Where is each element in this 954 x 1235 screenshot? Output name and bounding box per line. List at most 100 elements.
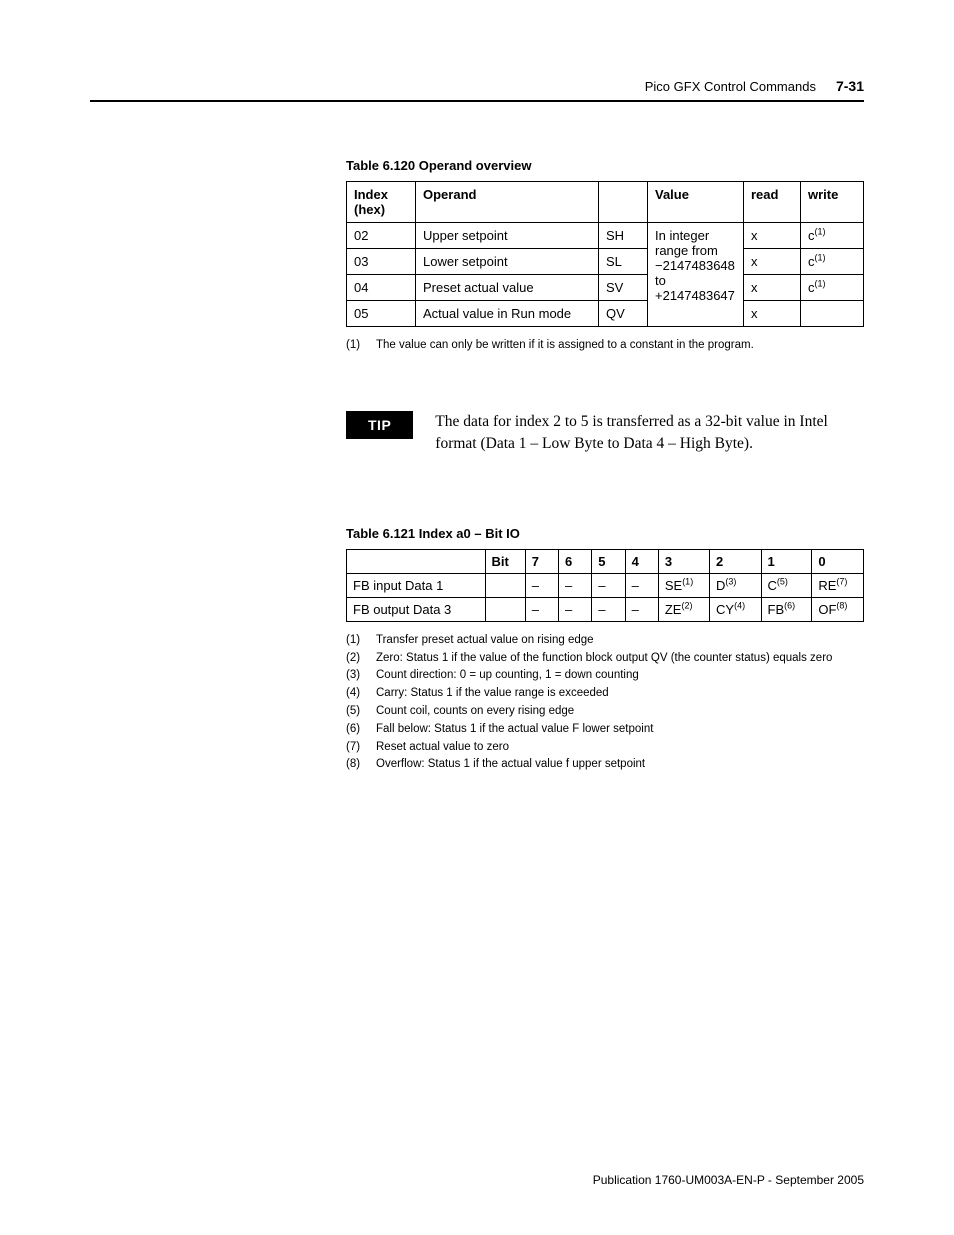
cell-b0: RE(7) [812, 573, 864, 597]
cell-operand: Preset actual value [416, 275, 599, 301]
cell-b6: – [559, 573, 592, 597]
cell-base: OF [818, 602, 836, 617]
cell-read: x [744, 249, 801, 275]
table-row: FB input Data 1 – – – – SE(1) D(3) C(5) … [347, 573, 864, 597]
col-blank [347, 549, 486, 573]
footnote: (7) Reset actual value to zero [346, 739, 864, 757]
footnote-num: (2) [346, 650, 366, 668]
cell-sup: (5) [777, 576, 788, 586]
publication-footer: Publication 1760-UM003A-EN-P - September… [593, 1173, 864, 1187]
footnote: (2) Zero: Status 1 if the value of the fu… [346, 650, 864, 668]
col-b2: 2 [710, 549, 762, 573]
footnote-num: (3) [346, 667, 366, 685]
page: Pico GFX Control Commands 7-31 Table 6.1… [0, 0, 954, 1235]
footnote-num: (8) [346, 756, 366, 774]
table-row: 02 Upper setpoint SH In integer range fr… [347, 223, 864, 249]
cell-bit [485, 597, 525, 621]
cell-sup: (8) [836, 600, 847, 610]
table-row: 04 Preset actual value SV x c(1) [347, 275, 864, 301]
cell-b5: – [592, 573, 625, 597]
table1-footnotes: (1) The value can only be written if it … [346, 337, 864, 355]
col-value: Value [648, 182, 744, 223]
cell-symbol: SV [599, 275, 648, 301]
value-line-3: +2147483647 [655, 288, 735, 303]
footnote-num: (5) [346, 703, 366, 721]
footnote: (5) Count coil, counts on every rising ed… [346, 703, 864, 721]
cell-operand: Upper setpoint [416, 223, 599, 249]
footnote-num: (7) [346, 739, 366, 757]
cell-sup: (6) [784, 600, 795, 610]
cell-symbol: SH [599, 223, 648, 249]
cell-b1: C(5) [761, 573, 812, 597]
footnote-text: Reset actual value to zero [376, 739, 509, 757]
write-sup: (1) [815, 227, 826, 237]
table-header-row: Index (hex) Operand Value read write [347, 182, 864, 223]
cell-b4: – [625, 573, 658, 597]
cell-operand: Lower setpoint [416, 249, 599, 275]
footnote: (3) Count direction: 0 = up counting, 1 =… [346, 667, 864, 685]
col-b7: 7 [525, 549, 558, 573]
cell-write: c(1) [801, 223, 864, 249]
table2-footnotes: (1) Transfer preset actual value on risin… [346, 632, 864, 775]
cell-base: ZE [665, 602, 682, 617]
footnote: (8) Overflow: Status 1 if the actual valu… [346, 756, 864, 774]
cell-base: RE [818, 578, 836, 593]
footnote-num: (6) [346, 721, 366, 739]
table-title-2: Table 6.121 Index a0 – Bit IO [346, 526, 864, 541]
cell-value-merged: In integer range from −2147483648 to +21… [648, 223, 744, 327]
footnote: (1) Transfer preset actual value on risin… [346, 632, 864, 650]
cell-base: D [716, 578, 725, 593]
cell-write [801, 301, 864, 327]
cell-bit [485, 573, 525, 597]
footnote-num: (4) [346, 685, 366, 703]
cell-sup: (2) [681, 600, 692, 610]
col-b0: 0 [812, 549, 864, 573]
cell-b5: – [592, 597, 625, 621]
value-line-2: −2147483648 to [655, 258, 735, 288]
cell-b4: – [625, 597, 658, 621]
table-row: 03 Lower setpoint SL x c(1) [347, 249, 864, 275]
cell-symbol: SL [599, 249, 648, 275]
cell-base: FB [768, 602, 785, 617]
bit-io-table: Bit 7 6 5 4 3 2 1 0 FB input Data 1 – – … [346, 549, 864, 622]
footnote-text: Carry: Status 1 if the value range is ex… [376, 685, 609, 703]
footnote-num: (1) [346, 337, 366, 355]
cell-b6: – [559, 597, 592, 621]
tip-block: TIP The data for index 2 to 5 is transfe… [346, 411, 864, 456]
write-sup: (1) [815, 253, 826, 263]
col-bit: Bit [485, 549, 525, 573]
cell-index: 04 [347, 275, 416, 301]
footnote-text: Fall below: Status 1 if the actual value… [376, 721, 653, 739]
footnote-text: Overflow: Status 1 if the actual value f… [376, 756, 645, 774]
footnote-text: Zero: Status 1 if the value of the funct… [376, 650, 832, 668]
footnote-text: Count coil, counts on every rising edge [376, 703, 574, 721]
cell-base: CY [716, 602, 734, 617]
footnote-num: (1) [346, 632, 366, 650]
value-line-1: In integer range from [655, 228, 718, 258]
col-write: write [801, 182, 864, 223]
cell-b2: CY(4) [710, 597, 762, 621]
cell-index: 02 [347, 223, 416, 249]
cell-read: x [744, 275, 801, 301]
cell-sup: (7) [836, 576, 847, 586]
footnote-text: Transfer preset actual value on rising e… [376, 632, 594, 650]
footnote-text: Count direction: 0 = up counting, 1 = do… [376, 667, 639, 685]
cell-label: FB input Data 1 [347, 573, 486, 597]
cell-operand: Actual value in Run mode [416, 301, 599, 327]
cell-base: SE [665, 578, 682, 593]
table-header-row: Bit 7 6 5 4 3 2 1 0 [347, 549, 864, 573]
cell-write: c(1) [801, 249, 864, 275]
footnote: (6) Fall below: Status 1 if the actual va… [346, 721, 864, 739]
cell-read: x [744, 301, 801, 327]
footnote: (1) The value can only be written if it … [346, 337, 864, 355]
page-header: Pico GFX Control Commands 7-31 [90, 78, 864, 102]
cell-b3: ZE(2) [658, 597, 709, 621]
content-area: Table 6.120 Operand overview Index (hex)… [90, 102, 864, 774]
col-b5: 5 [592, 549, 625, 573]
cell-b7: – [525, 573, 558, 597]
cell-index: 05 [347, 301, 416, 327]
cell-index: 03 [347, 249, 416, 275]
col-b4: 4 [625, 549, 658, 573]
col-operand: Operand [416, 182, 599, 223]
footnote-text: The value can only be written if it is a… [376, 337, 754, 355]
